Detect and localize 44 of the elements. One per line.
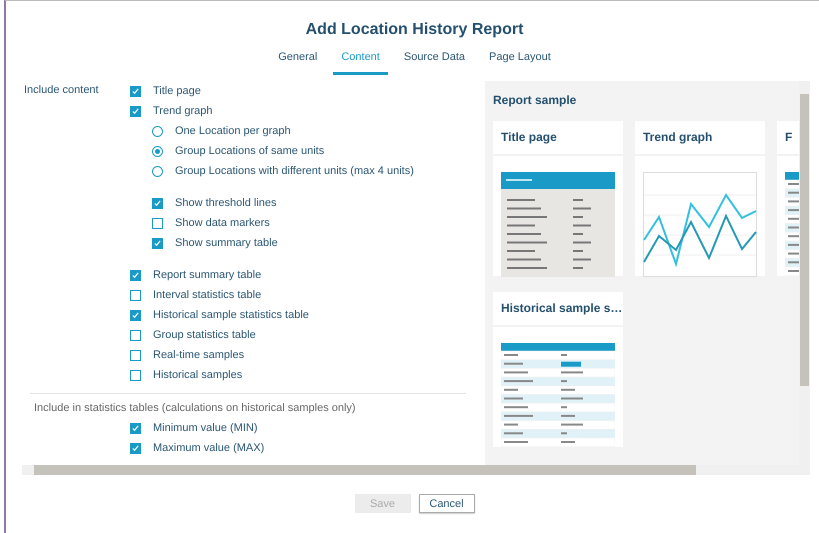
checkbox[interactable]	[152, 218, 163, 228]
tab[interactable]: Page Layout	[481, 47, 559, 75]
section-label: Include content	[23, 83, 100, 96]
checkbox[interactable]	[130, 422, 141, 434]
option-label: Historical samples	[153, 369, 242, 381]
checkbox[interactable]	[130, 370, 141, 380]
option-label: Group Locations of same units	[175, 145, 324, 157]
checkbox[interactable]	[130, 442, 141, 454]
option-label: Historical sample statistics table	[153, 309, 309, 321]
checkbox[interactable]	[152, 198, 163, 208]
dialog-button[interactable]: Cancel	[418, 494, 474, 513]
section-label: Include in statistics tables (calculations on historical samples only)	[34, 402, 357, 414]
option-label: Trend graph	[153, 105, 213, 117]
option-label: Real-time samples	[153, 349, 244, 361]
horizontal-scrollbar[interactable]	[22, 465, 810, 475]
checkbox[interactable]	[130, 330, 141, 340]
dialog-title: Add Location History Report	[306, 21, 524, 39]
checkbox[interactable]	[130, 270, 141, 280]
checkbox[interactable]	[130, 310, 141, 320]
radio-button[interactable]	[152, 146, 163, 156]
option-label: Title page	[153, 85, 201, 97]
card-title: Trend graph	[635, 121, 765, 156]
card-title: Historical sample s…	[493, 292, 623, 327]
checkbox[interactable]	[152, 238, 163, 248]
option-label: Show summary table	[175, 237, 278, 249]
option-label: Show threshold lines	[175, 197, 277, 209]
option-label: Report summary table	[153, 269, 262, 281]
radio-button[interactable]	[152, 166, 163, 176]
option-label: Group statistics table	[153, 329, 256, 341]
option-label: Show data markers	[175, 217, 270, 229]
checkbox[interactable]	[130, 86, 141, 96]
checkbox[interactable]	[130, 290, 141, 300]
radio-button[interactable]	[152, 126, 163, 136]
option-label: One Location per graph	[175, 125, 291, 137]
tab[interactable]: Source Data	[396, 47, 474, 75]
card-title: Title page	[493, 121, 623, 156]
checkbox[interactable]	[130, 106, 141, 116]
option-label: Minimum value (MIN)	[153, 422, 258, 434]
panel-title: Report sample	[493, 93, 578, 107]
checkbox[interactable]	[130, 350, 141, 360]
option-label: Maximum value (MAX)	[153, 442, 264, 454]
option-label: Interval statistics table	[153, 289, 262, 301]
option-label: Group Locations with different units (max 4 units)	[175, 165, 414, 177]
tab[interactable]: General	[270, 47, 326, 75]
